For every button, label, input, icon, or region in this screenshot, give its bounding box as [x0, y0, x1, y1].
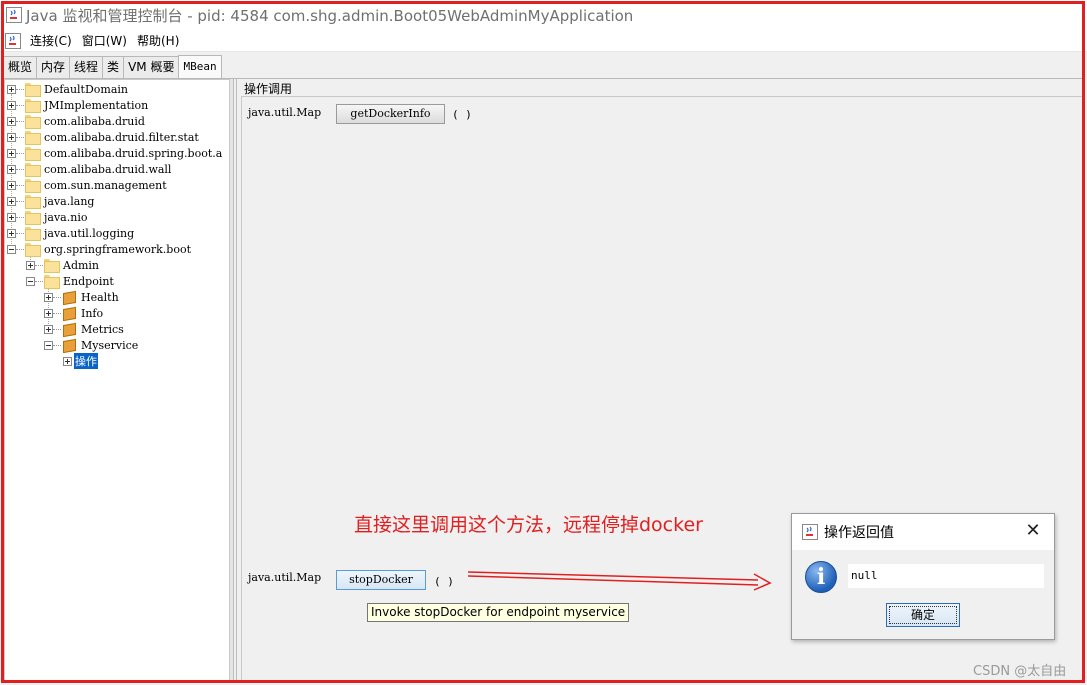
result-dialog: 操作返回值 ✕ i null 确定 — [791, 513, 1055, 640]
collapse-icon[interactable] — [44, 340, 53, 350]
tree-item[interactable]: java.lang — [7, 193, 95, 209]
expand-icon[interactable] — [7, 84, 16, 94]
expand-icon[interactable] — [7, 132, 16, 142]
folder-icon — [25, 163, 41, 177]
java-icon — [6, 7, 22, 23]
tree-item[interactable]: Metrics — [44, 321, 125, 337]
tab-vm-summary[interactable]: VM 概要 — [123, 56, 180, 78]
folder-icon — [25, 243, 41, 257]
folder-icon — [25, 211, 41, 225]
folder-icon — [25, 147, 41, 161]
folder-icon — [25, 227, 41, 241]
folder-icon — [25, 179, 41, 193]
expand-icon[interactable] — [7, 228, 16, 238]
tree-item[interactable]: Myservice — [44, 337, 139, 353]
get-docker-info-button[interactable]: getDockerInfo — [336, 104, 445, 124]
folder-icon — [25, 115, 41, 129]
menu-bar: 连接(C) 窗口(W) 帮助(H) — [0, 30, 1087, 52]
expand-icon[interactable] — [7, 164, 16, 174]
expand-icon[interactable] — [7, 180, 16, 190]
dialog-title: 操作返回值 — [824, 525, 894, 541]
tooltip: Invoke stopDocker for endpoint myservice — [367, 603, 630, 622]
tree-item[interactable]: java.nio — [7, 209, 88, 225]
expand-icon[interactable] — [7, 196, 16, 206]
menu-connection[interactable]: 连接(C) — [25, 32, 77, 49]
tree-item-selected[interactable]: 操作 — [63, 353, 98, 369]
tab-overview[interactable]: 概览 — [3, 56, 38, 78]
tree-item[interactable]: com.alibaba.druid — [7, 113, 146, 129]
mbean-tree[interactable]: DefaultDomain JMImplementation com.aliba… — [4, 79, 230, 682]
divider — [236, 79, 237, 682]
collapse-icon[interactable] — [26, 276, 35, 286]
tab-memory[interactable]: 内存 — [36, 56, 71, 78]
return-type-label: java.util.Map — [248, 571, 322, 584]
expand-icon[interactable] — [44, 292, 53, 302]
tab-mbean[interactable]: MBean — [178, 55, 222, 78]
folder-icon — [44, 275, 60, 289]
stop-docker-button[interactable]: stopDocker — [336, 570, 426, 590]
tree-item[interactable]: Admin — [26, 257, 100, 273]
mbean-icon — [62, 339, 76, 351]
java-icon — [5, 32, 21, 49]
window-title: Java 监视和管理控制台 - pid: 4584 com.shg.admin.… — [26, 6, 634, 25]
return-value-field[interactable]: null — [848, 564, 1044, 588]
menu-window[interactable]: 窗口(W) — [77, 32, 132, 49]
tab-bar: 概览 内存 线程 类 VM 概要 MBean — [3, 55, 222, 78]
folder-icon — [25, 131, 41, 145]
ok-button[interactable]: 确定 — [886, 603, 960, 627]
watermark: CSDN @太自由 — [973, 664, 1067, 679]
mbean-icon — [62, 291, 76, 303]
mbean-icon — [62, 307, 76, 319]
split-pane-divider[interactable] — [230, 79, 234, 682]
mbean-icon — [62, 323, 76, 335]
expand-icon[interactable] — [44, 308, 53, 318]
close-icon[interactable]: ✕ — [1024, 522, 1042, 540]
expand-icon[interactable] — [26, 260, 35, 270]
tree-item[interactable]: JMImplementation — [7, 97, 149, 113]
tree-item[interactable]: java.util.logging — [7, 225, 135, 241]
info-icon: i — [805, 561, 837, 593]
folder-icon — [25, 99, 41, 113]
params-label: ( ) — [434, 575, 454, 588]
annotation-arrow — [467, 571, 772, 591]
java-icon — [802, 524, 818, 540]
expand-icon[interactable] — [63, 356, 72, 366]
folder-icon — [44, 259, 60, 273]
tab-classes[interactable]: 类 — [102, 56, 125, 78]
tree-item[interactable]: com.alibaba.druid.wall — [7, 161, 172, 177]
tab-threads[interactable]: 线程 — [69, 56, 104, 78]
tree-item[interactable]: Endpoint — [26, 273, 115, 289]
tree-item[interactable]: Health — [44, 289, 120, 305]
folder-icon — [25, 83, 41, 97]
tree-item[interactable]: DefaultDomain — [7, 81, 129, 97]
tree-item[interactable]: org.springframework.boot — [7, 241, 192, 257]
expand-icon[interactable] — [7, 116, 16, 126]
operations-panel-title: 操作调用 — [244, 82, 293, 96]
annotation-text: 直接这里调用这个方法，远程停掉docker — [354, 514, 703, 536]
tree-item[interactable]: com.sun.management — [7, 177, 168, 193]
tree-item[interactable]: com.alibaba.druid.filter.stat — [7, 129, 200, 145]
menu-help[interactable]: 帮助(H) — [132, 32, 184, 49]
return-type-label: java.util.Map — [248, 106, 322, 119]
expand-icon[interactable] — [44, 324, 53, 334]
tree-item[interactable]: com.alibaba.druid.spring.boot.a — [7, 145, 223, 161]
collapse-icon[interactable] — [7, 244, 16, 254]
expand-icon[interactable] — [7, 148, 16, 158]
params-label: ( ) — [452, 108, 472, 121]
folder-icon — [25, 195, 41, 209]
tree-item[interactable]: Info — [44, 305, 104, 321]
dialog-titlebar: 操作返回值 ✕ — [792, 514, 1054, 550]
expand-icon[interactable] — [7, 100, 16, 110]
window-titlebar: Java 监视和管理控制台 - pid: 4584 com.shg.admin.… — [0, 0, 1087, 30]
expand-icon[interactable] — [7, 212, 16, 222]
